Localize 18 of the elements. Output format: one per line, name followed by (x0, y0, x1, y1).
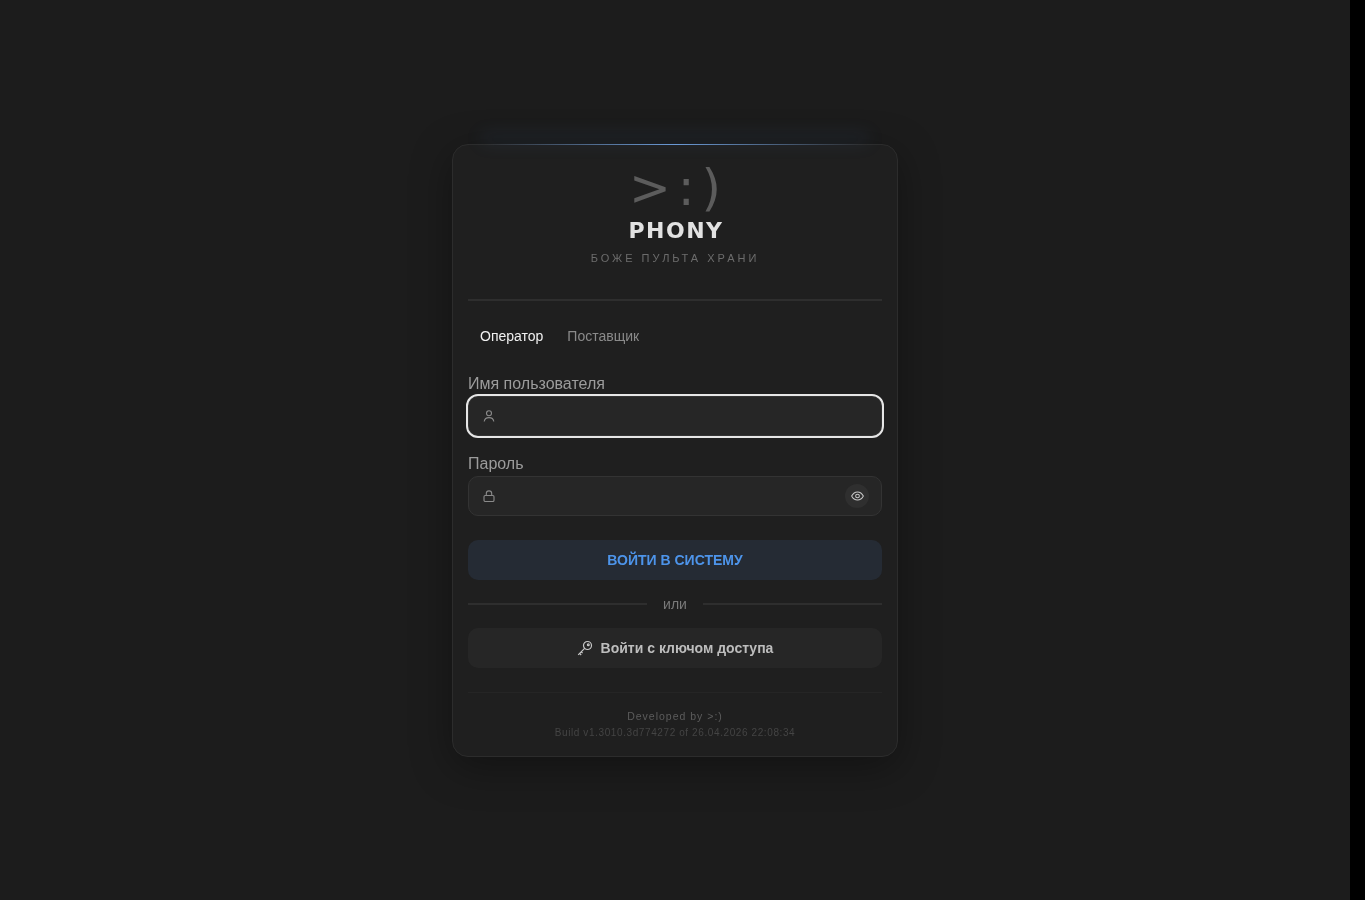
lock-icon (483, 489, 495, 502)
brand-name: PHONY (627, 216, 724, 245)
tab[interactable]: Оператор (468, 318, 556, 353)
field-label: Пароль (468, 454, 524, 473)
eye-icon (850, 490, 864, 501)
login-button[interactable]: ВОЙТИ В СИСТЕМУ (468, 539, 882, 580)
logo-emoticon: >:) (627, 160, 729, 215)
developer-credit: Developed by >:) (627, 708, 723, 723)
input-field[interactable] (468, 395, 882, 436)
tab[interactable]: Поставщик (555, 318, 652, 353)
key-icon (576, 639, 593, 656)
separator-text: или (663, 594, 687, 613)
field-label: Имя пользователя (468, 374, 605, 393)
tagline: БОЖЕ ПУЛЬТА ХРАНИ (590, 250, 760, 265)
show-password-button[interactable] (845, 483, 869, 508)
input-field[interactable] (468, 475, 882, 516)
user-icon (483, 409, 495, 422)
passkey-button[interactable]: Войти с ключом доступа (468, 627, 882, 668)
